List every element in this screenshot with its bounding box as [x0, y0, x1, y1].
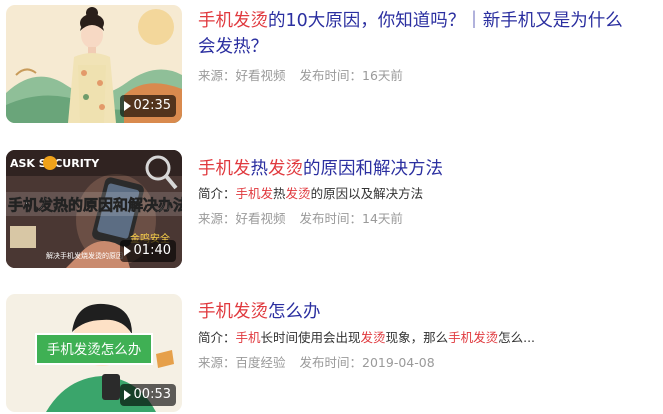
summary-text: 热: [273, 186, 286, 201]
publish-time: 发布时间：16天前: [299, 68, 403, 83]
result-item-1: 02:35 手机发烫的10大原因，你知道吗？｜新手机又是为什么会发热？ 来源：好…: [0, 5, 663, 125]
duration-text: 02:35: [133, 98, 171, 113]
title-highlight: 手机发: [198, 159, 251, 179]
source-label: 来源：百度经验: [198, 355, 286, 370]
title-highlight: 手机发烫: [198, 302, 268, 322]
result-item-2: ASK SECURITY 手机发热的原因和解决办法 金鸣安全 解决手机发烧发烫的…: [0, 150, 663, 270]
summary-text: 简介：: [198, 186, 236, 201]
duration-text: 00:53: [133, 387, 171, 402]
result-meta-1: 来源：好看视频 发布时间：16天前: [198, 67, 417, 85]
result-title-3[interactable]: 手机发烫怎么办: [198, 299, 638, 325]
video-thumbnail-1[interactable]: 02:35: [6, 5, 182, 123]
result-meta-2: 来源：好看视频 发布时间：14天前: [198, 210, 417, 228]
thumb-label-text: 手机发烫怎么办: [47, 342, 142, 358]
title-highlight: 手机发烫: [198, 11, 268, 31]
play-icon: [123, 246, 131, 256]
result-meta-3: 来源：百度经验 发布时间：2019-04-08: [198, 354, 449, 372]
source-label: 来源：好看视频: [198, 68, 286, 83]
thumb-banner-text: 手机发热的原因和解决办法: [8, 196, 182, 214]
source-label: 来源：好看视频: [198, 211, 286, 226]
result-title-2[interactable]: 手机发热发烫的原因和解决方法: [198, 156, 638, 182]
duration-text: 01:40: [133, 243, 171, 258]
publish-time: 发布时间：14天前: [299, 211, 403, 226]
thumb-caption-text: 解决手机发烧发烫的原因: [46, 251, 123, 260]
title-text: 的原因和解决方法: [303, 159, 443, 179]
summary-highlight: 发烫: [360, 330, 386, 345]
summary-text: 的原因以及解决方法: [310, 186, 424, 201]
result-title-1[interactable]: 手机发烫的10大原因，你知道吗？｜新手机又是为什么会发热？: [198, 8, 638, 60]
summary-highlight: 发烫: [285, 186, 311, 201]
summary-text: 长时间使用会出现: [260, 330, 361, 345]
result-summary-3: 简介：手机长时间使用会出现发烫现象，那么手机发烫怎么...: [198, 329, 638, 347]
summary-highlight: 手机: [235, 330, 261, 345]
summary-text: 现象，那么: [385, 330, 449, 345]
video-duration-1: 02:35: [119, 95, 176, 117]
play-icon: [123, 390, 131, 400]
play-icon: [123, 101, 131, 111]
summary-text: 怎么...: [498, 330, 536, 345]
title-text: 怎么办: [268, 302, 321, 322]
video-thumbnail-3[interactable]: 手机发烫怎么办 00:53: [6, 294, 182, 412]
publish-time: 发布时间：2019-04-08: [299, 355, 435, 370]
summary-text: 简介：: [198, 330, 236, 345]
summary-highlight: 手机发: [235, 186, 274, 201]
summary-highlight: 手机发烫: [448, 330, 499, 345]
result-item-3: 手机发烫怎么办 00:53 手机发烫怎么办 简介：手机长时间使用会出现发烫现象，…: [0, 294, 663, 414]
title-text: 热: [250, 159, 269, 179]
video-thumbnail-2[interactable]: ASK SECURITY 手机发热的原因和解决办法 金鸣安全 解决手机发烧发烫的…: [6, 150, 182, 268]
video-duration-3: 00:53: [119, 384, 176, 406]
result-summary-2: 简介：手机发热发烫的原因以及解决方法: [198, 185, 638, 203]
title-highlight: 发烫: [268, 159, 303, 179]
video-duration-2: 01:40: [119, 240, 176, 262]
